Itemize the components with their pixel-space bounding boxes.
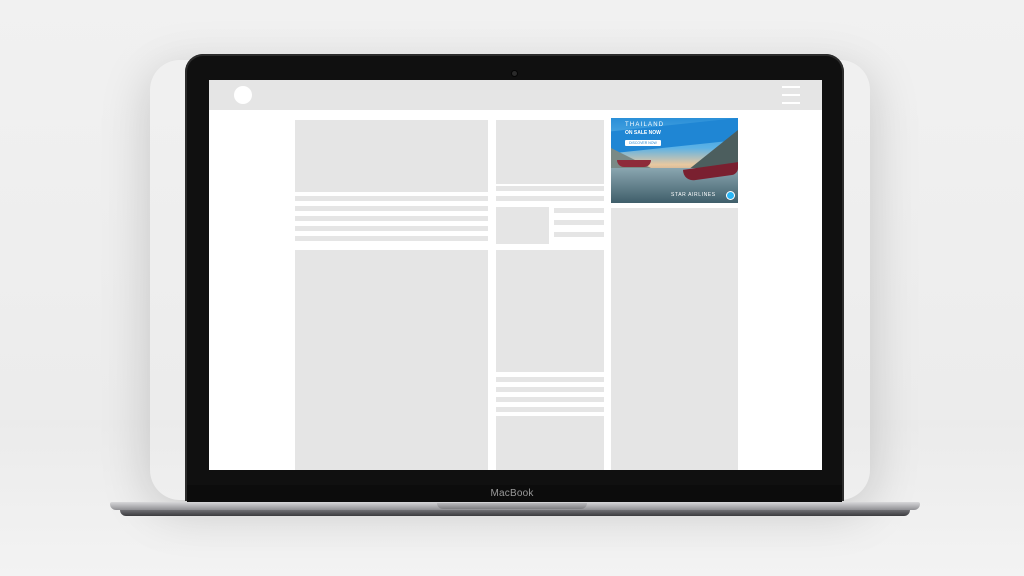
text-line-placeholder [496,196,604,201]
text-line-placeholder [496,387,604,392]
text-line-placeholder [554,208,604,213]
ad-subtitle: ON SALE NOW [625,130,661,136]
sidebar-placeholder[interactable] [611,208,738,470]
ad-brand-label: STAR AIRLINES [671,192,716,198]
text-line-placeholder [554,232,604,237]
text-line-placeholder [295,216,488,221]
ad-boat-graphic [617,160,651,167]
ad-badge-icon [727,192,734,199]
laptop-base-edge [120,510,910,516]
laptop-hinge-notch [437,503,587,509]
device-brand-label: MacBook [490,488,534,499]
ad-cta-button[interactable]: DISCOVER NOW [625,140,661,146]
thumbnail-placeholder[interactable] [496,207,549,244]
ad-title: THAILAND [625,122,665,128]
camera-icon [512,71,517,76]
top-navigation-bar [209,80,822,110]
screen: THAILAND ON SALE NOW DISCOVER NOW STAR A… [209,80,822,470]
article-body-placeholder[interactable] [295,250,488,470]
card-image-placeholder[interactable] [496,416,604,470]
text-line-placeholder [295,236,488,241]
site-logo[interactable] [234,86,252,104]
text-line-placeholder [496,186,604,191]
text-line-placeholder [496,407,604,412]
hamburger-menu-icon[interactable] [782,86,800,104]
text-line-placeholder [295,206,488,211]
thailand-ad-banner[interactable]: THAILAND ON SALE NOW DISCOVER NOW STAR A… [611,118,738,203]
text-line-placeholder [295,196,488,201]
text-line-placeholder [295,226,488,231]
card-image-placeholder[interactable] [496,120,604,184]
text-line-placeholder [496,397,604,402]
card-image-placeholder[interactable] [496,250,604,372]
text-line-placeholder [496,377,604,382]
text-line-placeholder [554,220,604,225]
featured-image-placeholder[interactable] [295,120,488,192]
